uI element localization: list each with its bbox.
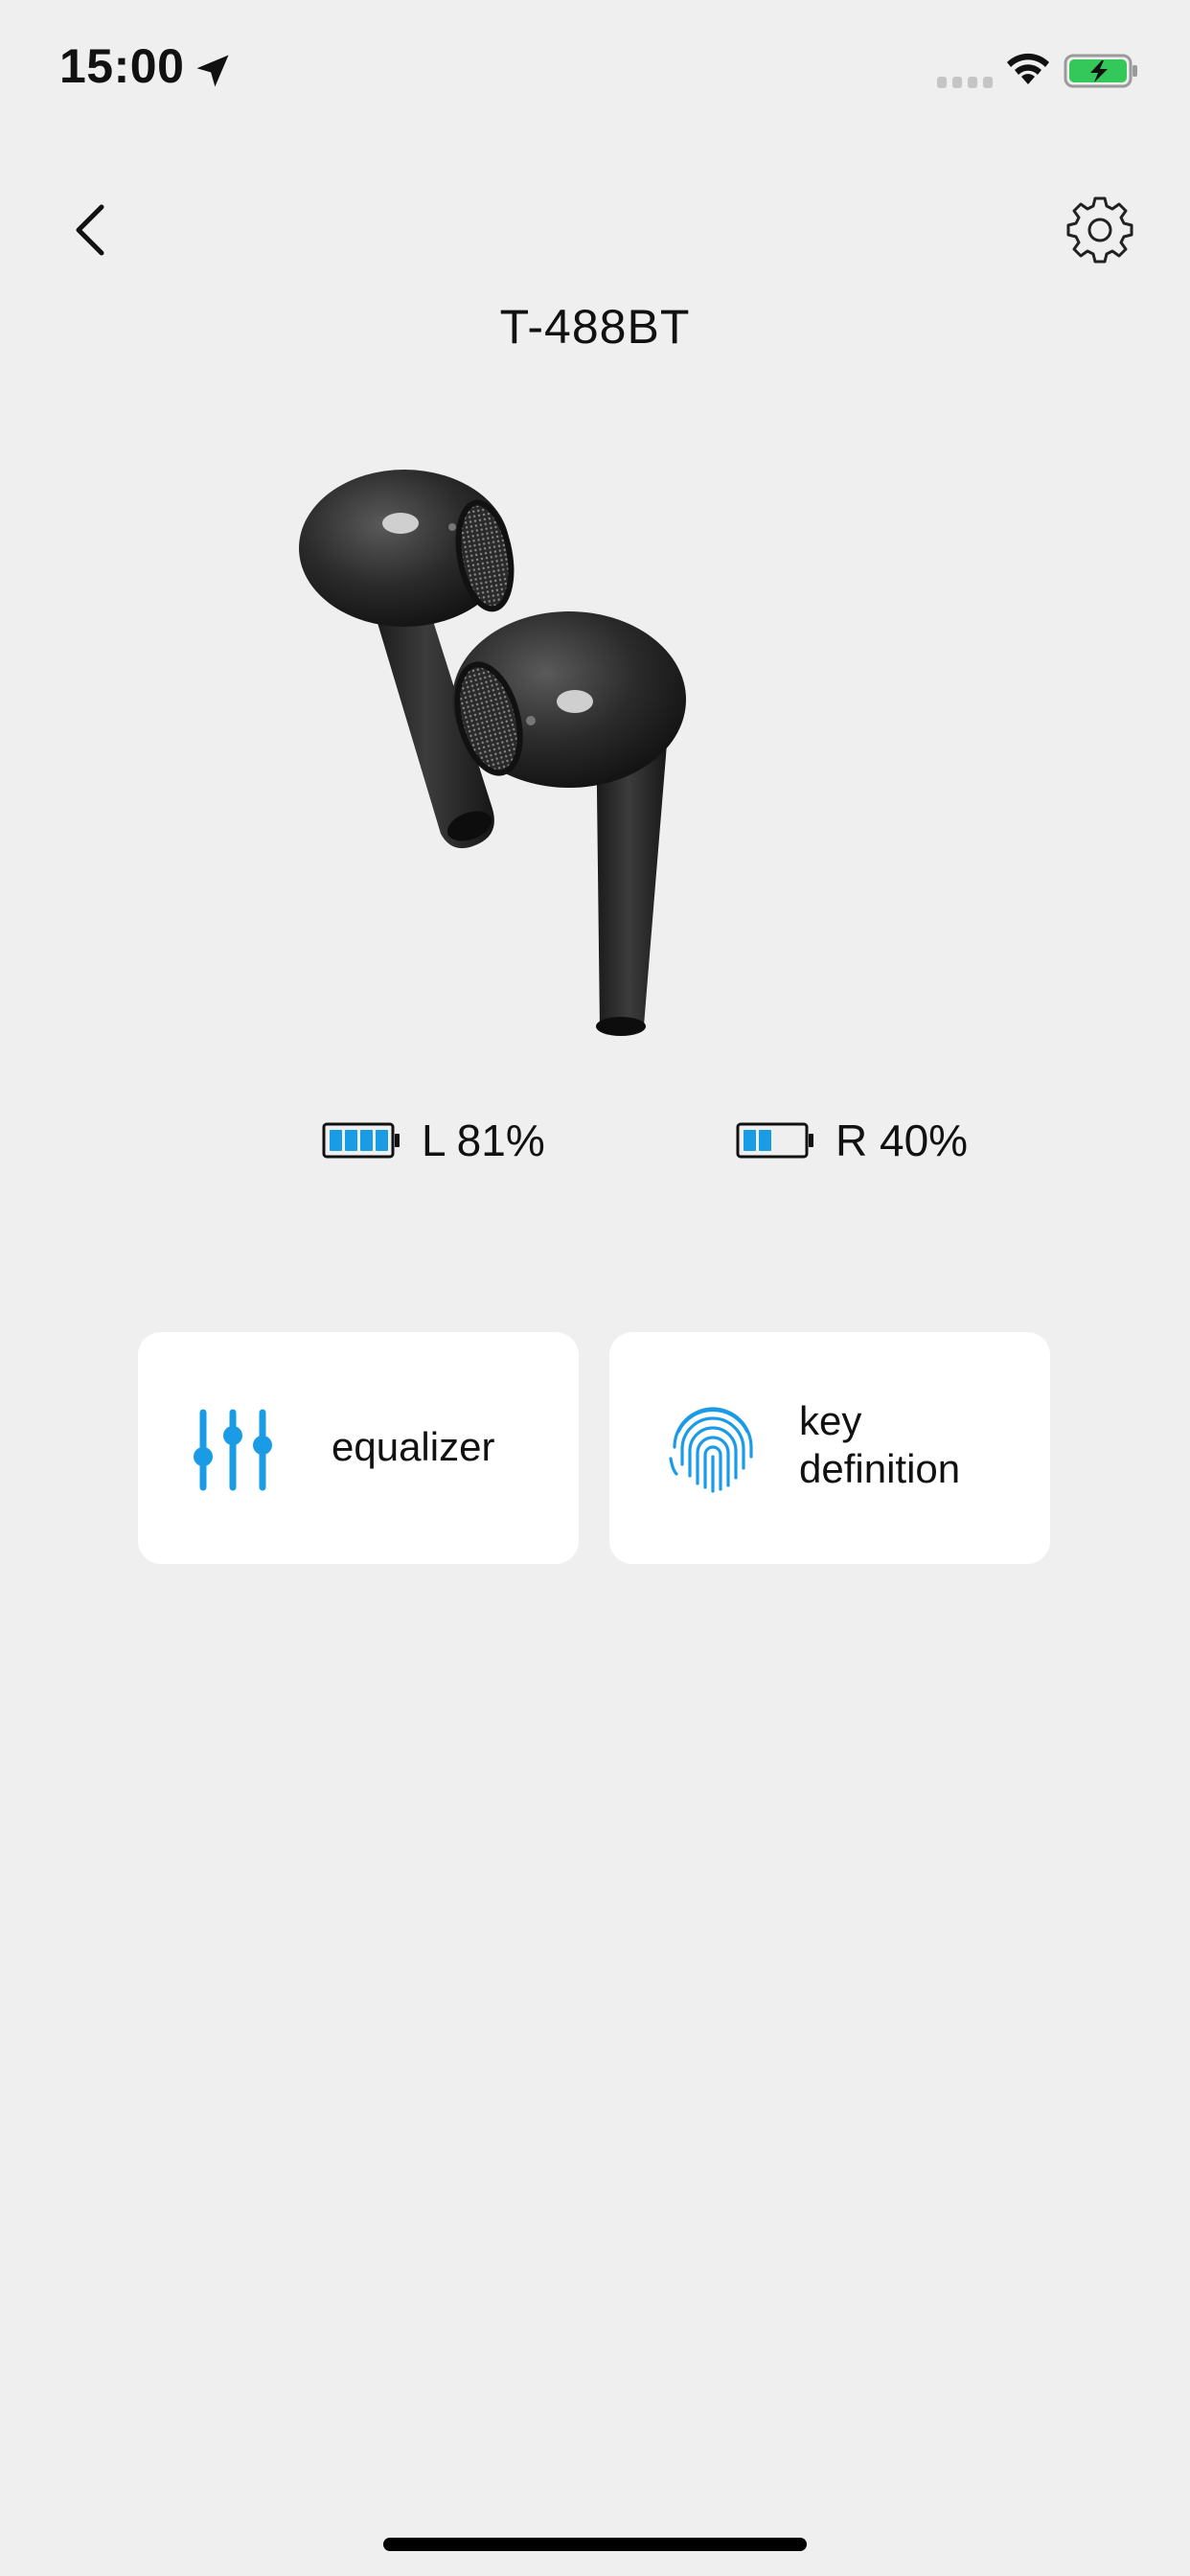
signal-icon bbox=[937, 77, 993, 88]
battery-charging-icon bbox=[1064, 54, 1137, 88]
earbuds-image bbox=[299, 470, 686, 1036]
battery-icon bbox=[736, 1122, 813, 1159]
chevron-left-icon bbox=[76, 204, 104, 256]
home-indicator[interactable] bbox=[383, 2538, 807, 2551]
equalizer-sliders-icon bbox=[194, 1409, 272, 1491]
right-battery-indicator: R 40% bbox=[736, 1112, 968, 1169]
key-definition-line2: definition bbox=[799, 1446, 961, 1491]
left-battery-label: L 81% bbox=[422, 1116, 545, 1165]
gear-icon bbox=[1066, 196, 1133, 264]
battery-icon bbox=[322, 1122, 400, 1159]
back-button[interactable] bbox=[57, 192, 125, 268]
fingerprint-icon bbox=[669, 1407, 753, 1493]
left-battery-indicator: L 81% bbox=[322, 1112, 545, 1169]
status-time: 15:00 bbox=[59, 39, 185, 93]
key-definition-line1: key bbox=[799, 1398, 862, 1443]
equalizer-button[interactable]: equalizer bbox=[138, 1332, 579, 1564]
equalizer-label: equalizer bbox=[332, 1424, 495, 1469]
right-battery-label: R 40% bbox=[835, 1116, 969, 1165]
wifi-icon bbox=[1007, 53, 1049, 84]
key-definition-label: key definition bbox=[799, 1397, 1029, 1493]
location-arrow-icon bbox=[196, 55, 229, 87]
settings-button[interactable] bbox=[1058, 192, 1142, 268]
device-title: T-488BT bbox=[499, 300, 691, 354]
key-definition-button[interactable]: key definition bbox=[609, 1332, 1050, 1564]
status-bar: 15:00 bbox=[0, 0, 1190, 144]
